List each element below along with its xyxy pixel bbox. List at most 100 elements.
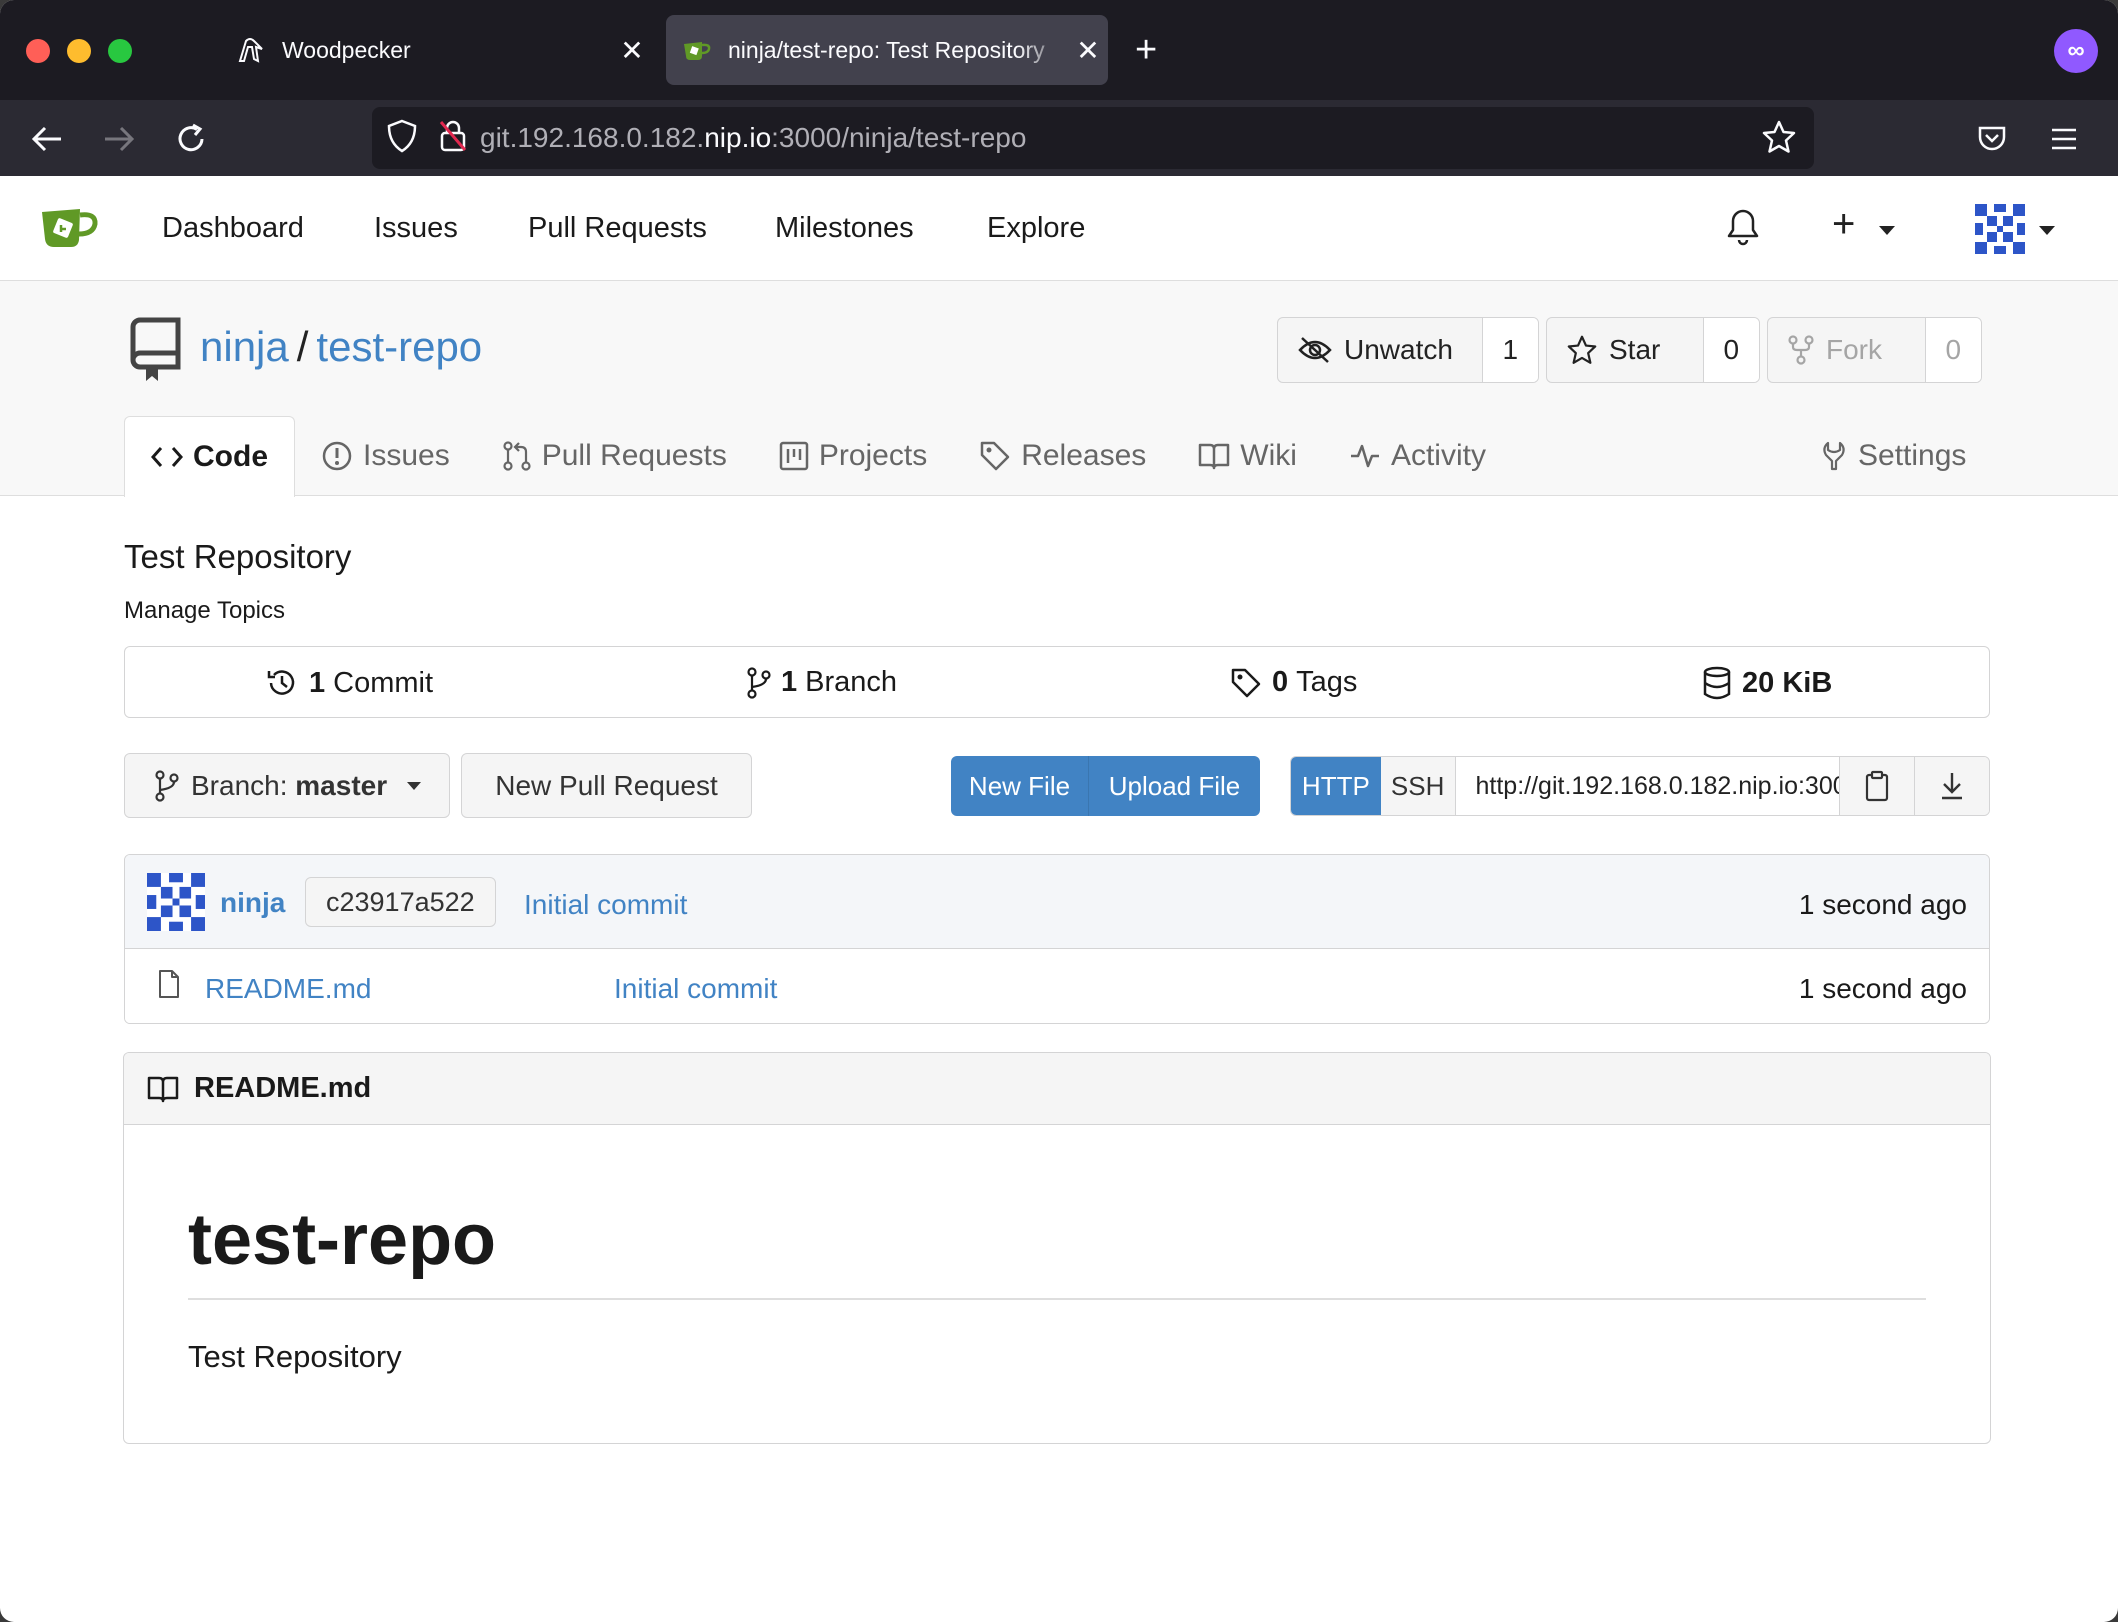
unwatch-button[interactable]: Unwatch [1278, 318, 1483, 382]
new-tab-button[interactable]: + [1135, 30, 1157, 70]
close-tab-icon[interactable]: ✕ [612, 34, 652, 67]
branch-selector[interactable]: Branch: master [124, 753, 450, 818]
commit-message-link[interactable]: Initial commit [524, 889, 687, 921]
star-label: Star [1609, 334, 1661, 365]
menu-icon[interactable] [2039, 114, 2089, 164]
reload-icon[interactable] [166, 114, 216, 164]
manage-topics-link[interactable]: Manage Topics [124, 597, 285, 625]
chevron-down-icon[interactable] [2039, 226, 2055, 235]
watch-button-group: Unwatch 1 [1277, 317, 1539, 383]
nav-pull-requests[interactable]: Pull Requests [528, 212, 707, 245]
tab-wiki-label: Wiki [1240, 439, 1297, 472]
commits-count: 1 [309, 666, 326, 699]
upload-file-button[interactable]: Upload File [1089, 756, 1260, 816]
close-window-button[interactable] [26, 39, 50, 63]
pocket-icon[interactable] [1967, 114, 2017, 164]
repo-owner-link[interactable]: ninja [200, 323, 289, 370]
tab-code[interactable]: Code [124, 416, 295, 497]
book-icon [147, 1076, 179, 1102]
latest-commit-row: ninja c23917a522 Initial commit 1 second… [125, 855, 1989, 949]
new-file-button[interactable]: New File [951, 756, 1089, 816]
new-pull-request-button[interactable]: New Pull Request [461, 753, 752, 818]
browser-window: Woodpecker ✕ ninja/test-repo: Test Repos… [0, 0, 2118, 1622]
tab-projects-label: Projects [818, 439, 928, 472]
readme-header: README.md [124, 1053, 1990, 1125]
book-icon [1199, 443, 1230, 470]
tab-releases-label: Releases [1021, 439, 1147, 472]
branch-name: master [295, 769, 388, 801]
branch-prefix: Branch: [191, 769, 288, 801]
repo-tabs: Code Issues Pull Requests Projects Relea… [124, 416, 1966, 497]
clone-url-input[interactable]: http://git.192.168.0.182.nip.io:3000/nin… [1456, 757, 1840, 815]
tab-activity[interactable]: Activity [1323, 416, 1512, 496]
browser-tab-repo[interactable]: ninja/test-repo: Test Repository ✕ [666, 15, 1108, 85]
commit-author-avatar[interactable] [147, 873, 205, 936]
tab-releases[interactable]: Releases [953, 416, 1172, 496]
wrench-icon [1823, 441, 1845, 471]
tags-stat[interactable]: 0 Tags [1230, 666, 1357, 699]
woodpecker-icon [234, 33, 268, 67]
gitea-navbar: Dashboard Issues Pull Requests Milestone… [0, 176, 2118, 281]
bookmark-star-icon[interactable] [1762, 120, 1796, 159]
issue-icon [322, 441, 352, 471]
nav-dashboard[interactable]: Dashboard [162, 212, 304, 245]
file-name-link[interactable]: README.md [205, 973, 371, 1005]
star-button-group: Star 0 [1546, 317, 1760, 383]
notifications-bell-icon[interactable] [1726, 208, 1760, 251]
repo-stats-bar: 1 Commit 1 Branch 0 Tags 20 KiB [124, 646, 1990, 718]
create-new-plus-icon[interactable]: + [1832, 202, 1855, 247]
user-avatar[interactable] [1975, 204, 2025, 259]
gitea-logo-icon[interactable] [40, 204, 100, 255]
shield-icon[interactable] [386, 119, 418, 158]
zoom-window-button[interactable] [108, 39, 132, 63]
address-bar[interactable]: git.192.168.0.182.nip.io:3000/ninja/test… [372, 107, 1814, 169]
fork-button-group: Fork 0 [1767, 317, 1982, 383]
branches-count: 1 [781, 666, 798, 698]
project-icon [779, 441, 809, 471]
chevron-down-icon[interactable] [1879, 226, 1895, 235]
forward-icon[interactable] [94, 114, 144, 164]
commits-label: Commit [333, 666, 434, 699]
nav-issues[interactable]: Issues [374, 212, 458, 245]
unwatch-label: Unwatch [1344, 334, 1453, 365]
fork-button[interactable]: Fork [1768, 318, 1926, 382]
tab-activity-label: Activity [1390, 439, 1486, 472]
tab-issues[interactable]: Issues [295, 416, 476, 496]
repo-description: Test Repository [124, 538, 352, 575]
tab-label: ninja/test-repo: Test Repository [728, 36, 1045, 63]
star-button[interactable]: Star [1547, 318, 1704, 382]
fork-label: Fork [1826, 334, 1882, 365]
tab-settings[interactable]: Settings [1794, 416, 1994, 496]
tab-pull-requests[interactable]: Pull Requests [476, 416, 753, 496]
stars-count[interactable]: 0 [1703, 318, 1759, 382]
commits-stat[interactable]: 1 Commit [265, 666, 433, 700]
clone-ssh-button[interactable]: SSH [1380, 757, 1456, 815]
tab-wiki[interactable]: Wiki [1172, 416, 1323, 496]
readme-divider [188, 1298, 1926, 1300]
browser-tab-woodpecker[interactable]: Woodpecker ✕ [220, 15, 652, 85]
close-tab-icon[interactable]: ✕ [1068, 34, 1108, 67]
branches-stat[interactable]: 1 Branch [747, 666, 897, 699]
file-commit-message-link[interactable]: Initial commit [614, 973, 777, 1005]
forks-count[interactable]: 0 [1925, 318, 1981, 382]
private-browsing-icon[interactable]: ∞ [2054, 29, 2098, 73]
watchers-count[interactable]: 1 [1482, 318, 1538, 382]
readme-filename: README.md [194, 1072, 372, 1104]
code-icon [151, 447, 183, 467]
tags-count: 0 [1272, 666, 1289, 698]
commit-sha-button[interactable]: c23917a522 [305, 877, 496, 927]
size-stat: 20 KiB [1702, 666, 1840, 700]
commit-author-link[interactable]: ninja [220, 887, 285, 919]
nav-explore[interactable]: Explore [987, 212, 1085, 245]
download-icon[interactable] [1914, 757, 1989, 815]
minimize-window-button[interactable] [67, 39, 91, 63]
repo-name-link[interactable]: test-repo [316, 323, 482, 370]
back-icon[interactable] [22, 114, 72, 164]
insecure-lock-icon[interactable] [438, 119, 468, 158]
nav-milestones[interactable]: Milestones [775, 212, 914, 245]
tab-projects[interactable]: Projects [753, 416, 953, 496]
tab-code-label: Code [193, 440, 268, 473]
pulse-icon [1350, 444, 1379, 468]
copy-clipboard-icon[interactable] [1839, 757, 1915, 815]
clone-http-button[interactable]: HTTP [1291, 757, 1381, 815]
